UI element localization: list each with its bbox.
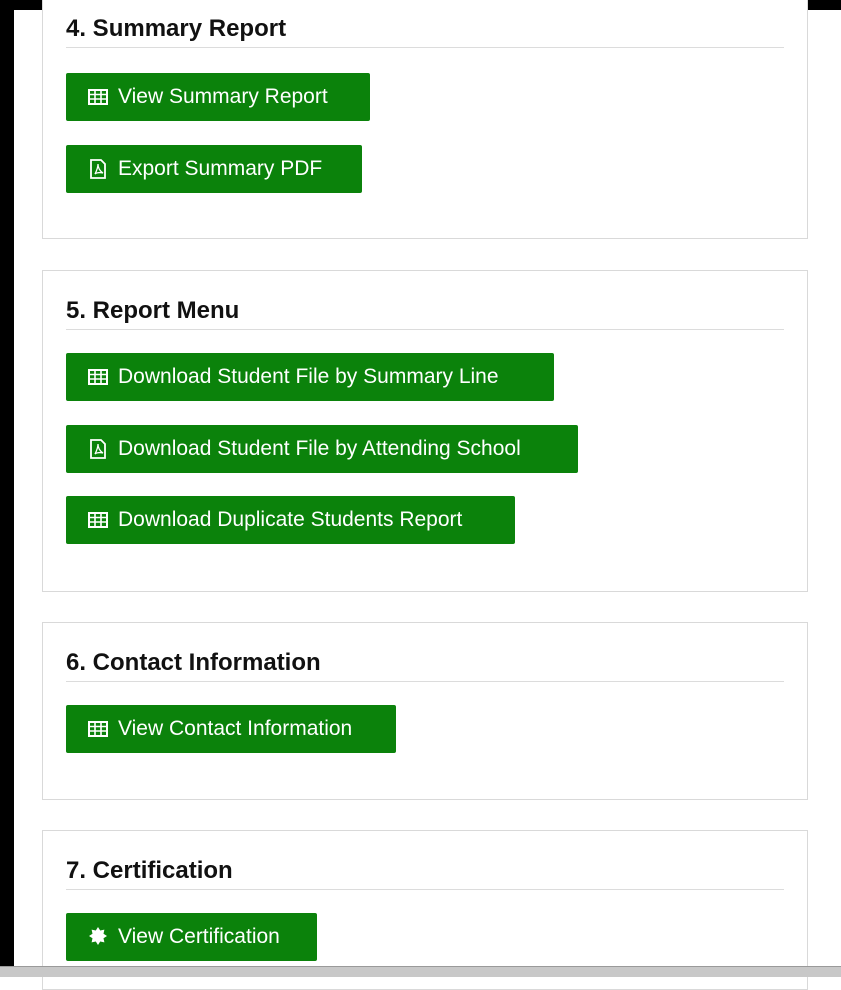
window-frame-left bbox=[0, 0, 14, 977]
section-title: 7. Certification bbox=[66, 857, 784, 890]
download-student-file-by-summary-line-button[interactable]: Download Student File by Summary Line bbox=[66, 353, 554, 401]
section-title: 5. Report Menu bbox=[66, 297, 784, 330]
table-icon bbox=[88, 510, 108, 530]
window-frame-bottom bbox=[0, 967, 841, 977]
table-icon bbox=[88, 367, 108, 387]
button-label: View Contact Information bbox=[118, 717, 353, 740]
view-contact-information-button[interactable]: View Contact Information bbox=[66, 705, 396, 753]
button-label: Download Student File by Attending Schoo… bbox=[118, 437, 521, 460]
table-icon bbox=[88, 87, 108, 107]
view-summary-report-button[interactable]: View Summary Report bbox=[66, 73, 370, 121]
section-title: 6. Contact Information bbox=[66, 649, 784, 682]
button-label: View Summary Report bbox=[118, 85, 328, 108]
table-icon bbox=[88, 719, 108, 739]
pdf-icon bbox=[88, 159, 108, 179]
panel-report-menu: 5. Report Menu Download Student File by … bbox=[42, 270, 808, 592]
download-student-file-by-attending-school-button[interactable]: Download Student File by Attending Schoo… bbox=[66, 425, 578, 473]
download-duplicate-students-report-button[interactable]: Download Duplicate Students Report bbox=[66, 496, 515, 544]
button-label: Download Duplicate Students Report bbox=[118, 508, 463, 531]
view-certification-button[interactable]: View Certification bbox=[66, 913, 317, 961]
pdf-icon bbox=[88, 439, 108, 459]
panel-contact-information: 6. Contact Information View Contact Info… bbox=[42, 622, 808, 800]
panel-summary-report: 4. Summary Report View Summary Report Ex… bbox=[42, 0, 808, 239]
export-summary-pdf-button[interactable]: Export Summary PDF bbox=[66, 145, 362, 193]
button-label: Export Summary PDF bbox=[118, 157, 323, 180]
button-label: Download Student File by Summary Line bbox=[118, 365, 499, 388]
section-title: 4. Summary Report bbox=[66, 15, 784, 48]
button-label: View Certification bbox=[118, 925, 280, 948]
certificate-icon bbox=[88, 927, 108, 947]
